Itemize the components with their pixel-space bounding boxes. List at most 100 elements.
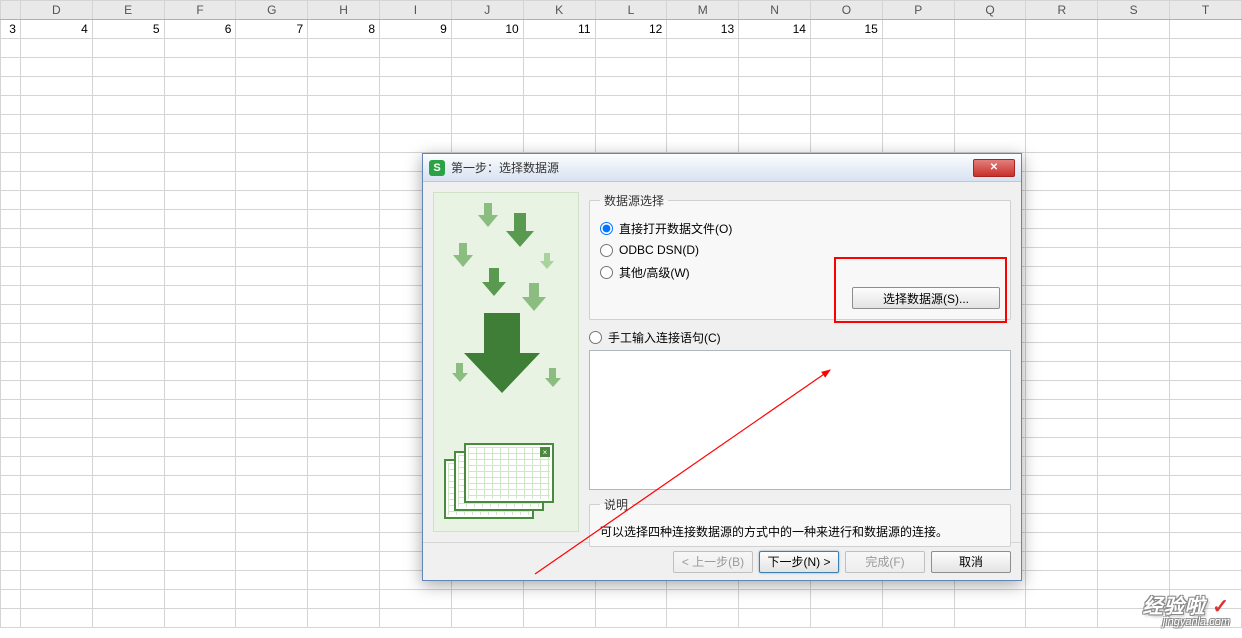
cell[interactable] [739,134,811,153]
cell[interactable] [20,39,92,58]
cell[interactable] [1026,495,1098,514]
cell[interactable] [1,362,21,381]
cell[interactable] [308,191,380,210]
cell[interactable] [20,362,92,381]
cell[interactable] [92,96,164,115]
cell[interactable] [92,571,164,590]
cell[interactable] [164,343,236,362]
cell[interactable] [164,191,236,210]
col-header[interactable]: N [739,1,811,20]
cell[interactable] [308,476,380,495]
cell[interactable] [1098,286,1170,305]
col-header[interactable]: H [308,1,380,20]
cell[interactable] [810,134,882,153]
cell[interactable] [1026,514,1098,533]
cell[interactable] [810,609,882,628]
cell[interactable] [92,514,164,533]
cell[interactable] [667,115,739,134]
cell[interactable] [92,362,164,381]
cell[interactable] [236,552,308,571]
cell[interactable] [164,39,236,58]
cell[interactable] [1098,229,1170,248]
cell[interactable] [523,609,595,628]
cell[interactable] [236,229,308,248]
cell[interactable] [1170,96,1242,115]
cell[interactable] [164,115,236,134]
cell[interactable] [1170,153,1242,172]
cell[interactable] [236,96,308,115]
cell[interactable] [1,96,21,115]
cell[interactable] [451,134,523,153]
cell[interactable] [164,552,236,571]
cell[interactable]: 10 [451,20,523,39]
cell[interactable] [308,457,380,476]
cell[interactable] [1098,438,1170,457]
cell[interactable] [20,514,92,533]
cell[interactable] [1026,58,1098,77]
cell[interactable] [882,20,954,39]
cell[interactable] [1098,400,1170,419]
cell[interactable] [236,286,308,305]
cell[interactable] [92,248,164,267]
cell[interactable] [954,58,1026,77]
cell[interactable] [380,134,452,153]
cell[interactable] [20,96,92,115]
cell[interactable] [1170,438,1242,457]
cell[interactable] [92,343,164,362]
cell[interactable] [1,305,21,324]
cell[interactable] [667,58,739,77]
cell[interactable] [1,438,21,457]
cell[interactable] [1,172,21,191]
cell[interactable] [92,267,164,286]
cell[interactable] [595,77,667,96]
cell[interactable] [1026,552,1098,571]
cell[interactable] [164,362,236,381]
cell[interactable] [92,210,164,229]
cell[interactable] [308,514,380,533]
cell[interactable] [595,134,667,153]
cell[interactable] [1,552,21,571]
cell[interactable] [1098,495,1170,514]
cell[interactable] [523,134,595,153]
cell[interactable] [92,134,164,153]
cell[interactable] [810,96,882,115]
cell[interactable] [451,77,523,96]
cell[interactable]: 13 [667,20,739,39]
cell[interactable] [1026,134,1098,153]
cell[interactable] [1170,381,1242,400]
cell[interactable] [1026,172,1098,191]
radio-odbc-input[interactable] [600,244,613,257]
cell[interactable] [595,609,667,628]
cell[interactable] [164,286,236,305]
cell[interactable] [20,153,92,172]
cell[interactable] [380,58,452,77]
cell[interactable] [1026,533,1098,552]
cell[interactable] [236,77,308,96]
cell[interactable] [1098,324,1170,343]
cell[interactable] [1026,419,1098,438]
cell[interactable] [236,248,308,267]
cell[interactable] [380,609,452,628]
cell[interactable] [164,153,236,172]
cell[interactable] [1026,362,1098,381]
cell[interactable] [810,590,882,609]
cell[interactable] [164,324,236,343]
col-header-blank[interactable] [1,1,21,20]
cell[interactable] [236,39,308,58]
cell[interactable] [164,533,236,552]
cell[interactable] [308,419,380,438]
cell[interactable] [20,229,92,248]
cell[interactable] [451,96,523,115]
cell[interactable] [20,495,92,514]
cell[interactable] [92,191,164,210]
cell[interactable] [20,457,92,476]
cell[interactable] [1026,438,1098,457]
cell[interactable] [164,248,236,267]
cell[interactable] [164,305,236,324]
cell[interactable] [164,134,236,153]
cell[interactable] [1098,96,1170,115]
cell[interactable] [308,248,380,267]
cell[interactable] [308,210,380,229]
cell[interactable] [164,77,236,96]
cell[interactable] [1,495,21,514]
